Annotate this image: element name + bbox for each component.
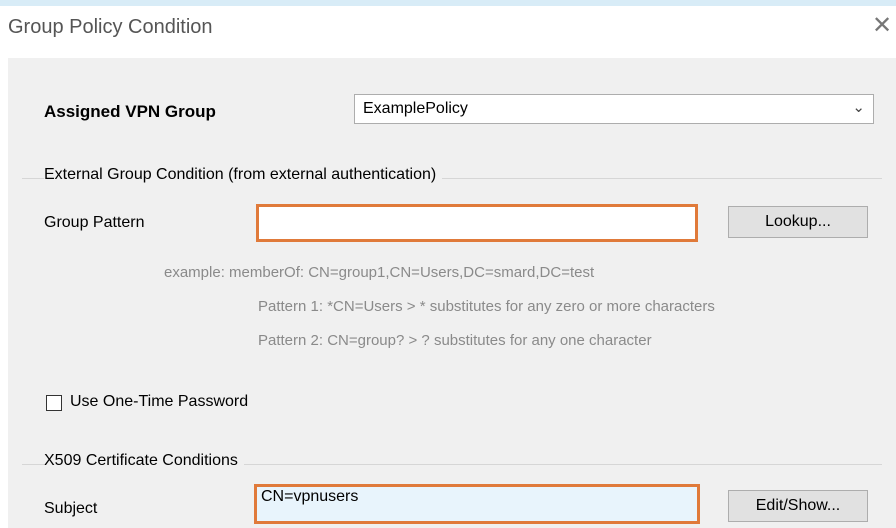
pattern2-hint: Pattern 2: CN=group? > ? substitutes for… <box>258 332 652 349</box>
lookup-button[interactable]: Lookup... <box>728 206 868 238</box>
assigned-vpn-group-label: Assigned VPN Group <box>44 102 216 121</box>
external-group-legend: External Group Condition (from external … <box>44 166 443 184</box>
chevron-down-icon[interactable]: ⌄ <box>852 98 865 116</box>
dialog-body: Assigned VPN Group ExamplePolicy ⌄ Exter… <box>8 58 896 528</box>
group-pattern-label: Group Pattern <box>44 214 145 231</box>
pattern1-hint: Pattern 1: *CN=Users > * substitutes for… <box>258 298 715 315</box>
subject-value: CN=vpnusers <box>261 488 359 505</box>
window-title: Group Policy Condition <box>8 16 213 38</box>
edit-show-button[interactable]: Edit/Show... <box>728 490 868 522</box>
assigned-vpn-group-value: ExamplePolicy <box>363 100 468 117</box>
assigned-vpn-group-select[interactable]: ExamplePolicy ⌄ <box>354 94 874 124</box>
x509-legend: X509 Certificate Conditions <box>44 452 244 470</box>
otp-label[interactable]: Use One-Time Password <box>70 393 248 411</box>
title-bar: Group Policy Condition ✕ <box>0 0 896 50</box>
group-pattern-input[interactable] <box>256 204 698 242</box>
subject-input[interactable]: CN=vpnusers <box>254 484 700 524</box>
otp-checkbox[interactable] <box>46 395 62 411</box>
example-hint: example: memberOf: CN=group1,CN=Users,DC… <box>164 264 595 281</box>
subject-label: Subject <box>44 500 98 517</box>
close-icon[interactable]: ✕ <box>872 14 892 38</box>
